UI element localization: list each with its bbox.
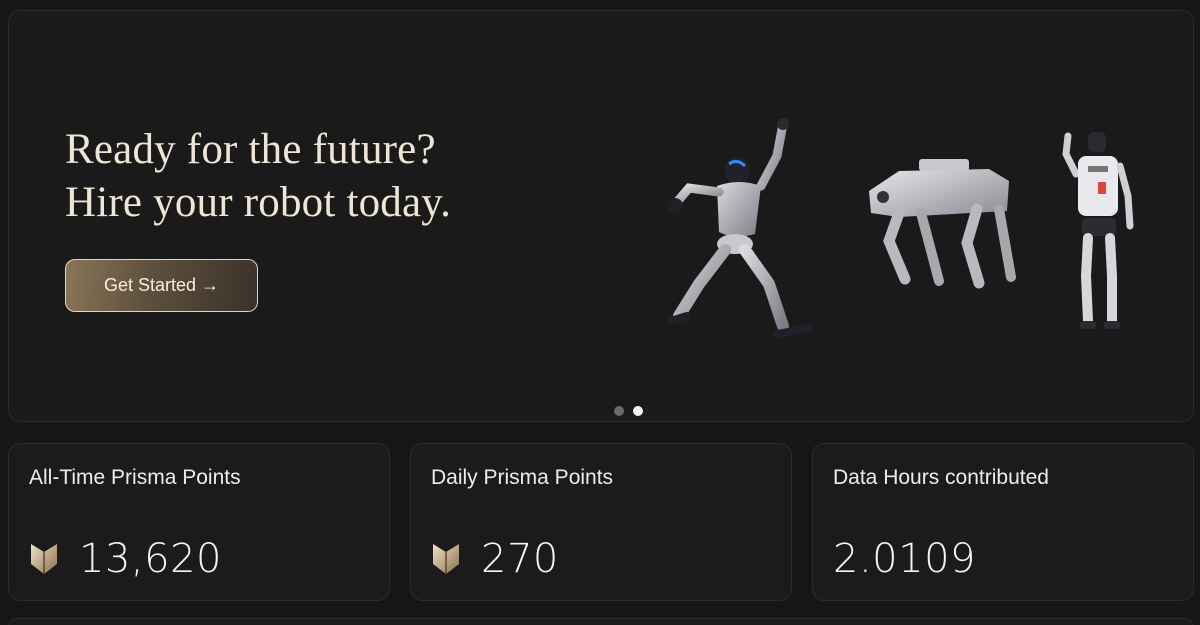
stat-label: Daily Prisma Points <box>431 466 614 489</box>
quadruped-robot-dog-image <box>869 159 1016 289</box>
stat-value-row: 270 <box>431 536 559 582</box>
hero-title: Ready for the future? Hire your robot to… <box>65 123 451 229</box>
dashboard-page: Ready for the future? Hire your robot to… <box>0 0 1200 625</box>
stat-value: 2.0109 <box>833 536 976 582</box>
prisma-points-icon <box>433 544 459 574</box>
standing-humanoid-robot-image <box>1062 132 1134 329</box>
stat-value: 13,620 <box>79 536 222 582</box>
next-section-edge <box>8 618 1194 625</box>
hero-title-line-2: Hire your robot today. <box>65 179 452 226</box>
carousel-indicators <box>614 406 643 416</box>
carousel-dot-1[interactable] <box>614 406 624 416</box>
robots-illustration <box>649 106 1149 338</box>
prisma-points-icon <box>31 544 57 574</box>
stat-card-data-hours: Data Hours contributed 2.0109 <box>812 443 1194 601</box>
stat-label: All-Time Prisma Points <box>29 466 241 489</box>
hero-banner: Ready for the future? Hire your robot to… <box>8 10 1194 422</box>
hero-title-line-1: Ready for the future? <box>65 126 436 173</box>
stat-value-row: 13,620 <box>29 536 222 582</box>
get-started-button[interactable]: Get Started → <box>65 259 258 312</box>
humanoid-running-robot-image <box>667 118 813 338</box>
stat-value-row: 2.0109 <box>833 536 976 582</box>
carousel-dot-2[interactable] <box>633 406 643 416</box>
stat-value: 270 <box>481 536 559 582</box>
stat-label: Data Hours contributed <box>833 466 1049 489</box>
stat-card-all-time-points: All-Time Prisma Points 13,620 <box>8 443 390 601</box>
stat-card-daily-points: Daily Prisma Points 270 <box>410 443 792 601</box>
